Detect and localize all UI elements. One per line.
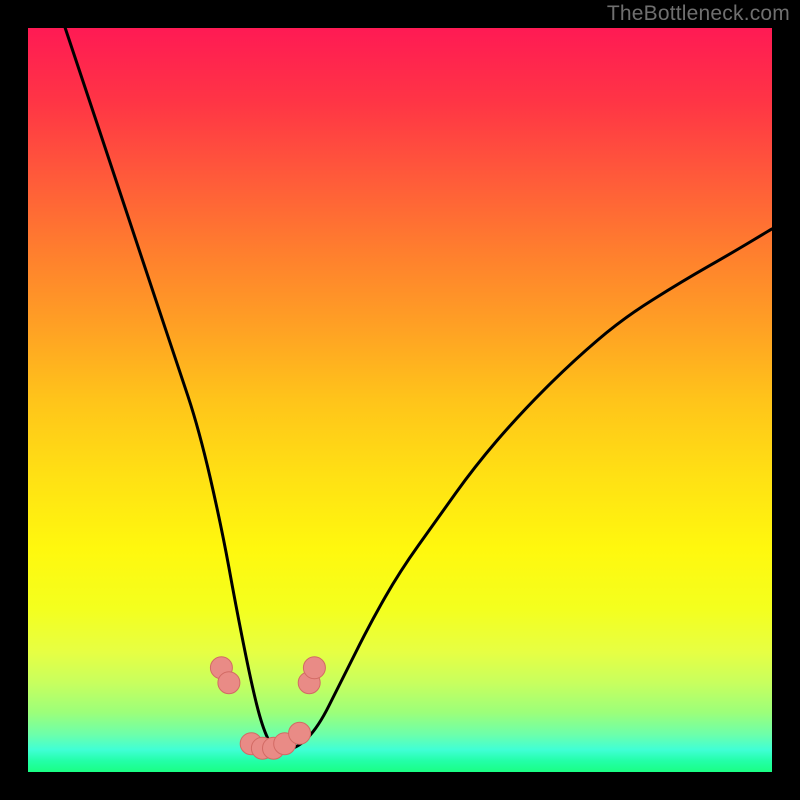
plot-area: [28, 28, 772, 772]
curve-layer: [28, 28, 772, 772]
curve-marker: [218, 672, 240, 694]
curve-marker: [303, 657, 325, 679]
watermark-text: TheBottleneck.com: [607, 2, 790, 26]
curve-marker: [289, 722, 311, 744]
chart-frame: TheBottleneck.com: [0, 0, 800, 800]
bottleneck-curve: [65, 28, 772, 750]
marker-group: [210, 657, 325, 759]
